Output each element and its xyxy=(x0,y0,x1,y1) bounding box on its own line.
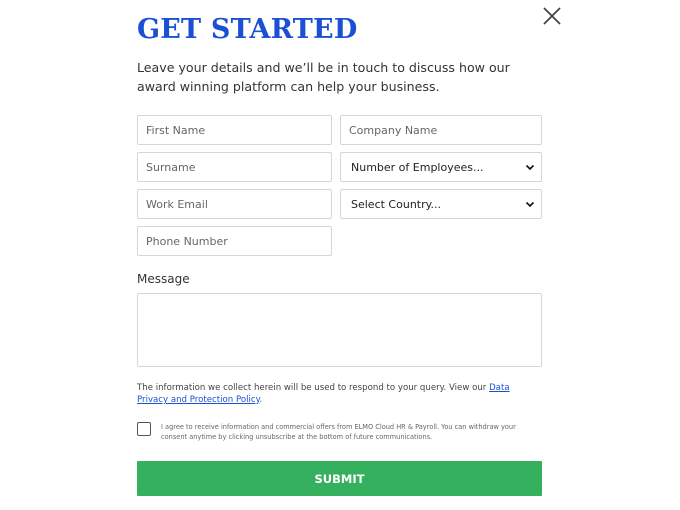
employees-select-value: Number of Employees... xyxy=(351,160,484,174)
country-select[interactable]: Select Country... xyxy=(340,189,542,219)
page-title: GET STARTED xyxy=(137,14,358,45)
privacy-text: The information we collect herein will b… xyxy=(137,383,490,393)
surname-input[interactable] xyxy=(137,152,332,182)
consent-checkbox[interactable] xyxy=(137,422,151,436)
first-name-input[interactable] xyxy=(137,115,332,145)
consent-text: I agree to receive information and comme… xyxy=(161,423,516,441)
employees-select[interactable]: Number of Employees... xyxy=(340,152,542,182)
close-icon[interactable] xyxy=(541,5,563,27)
phone-number-input[interactable] xyxy=(137,226,332,256)
privacy-text-end: . xyxy=(259,395,263,405)
company-name-input[interactable] xyxy=(340,115,542,145)
chevron-down-icon xyxy=(525,164,535,171)
submit-button[interactable]: SUBMIT xyxy=(137,461,542,496)
intro-text: Leave your details and we’ll be in touch… xyxy=(137,60,510,94)
work-email-input[interactable] xyxy=(137,189,332,219)
country-select-value: Select Country... xyxy=(351,197,442,211)
privacy-notice: The information we collect herein will b… xyxy=(137,382,537,406)
message-label: Message xyxy=(137,272,190,286)
message-textarea[interactable] xyxy=(137,293,542,367)
chevron-down-icon xyxy=(525,201,535,208)
